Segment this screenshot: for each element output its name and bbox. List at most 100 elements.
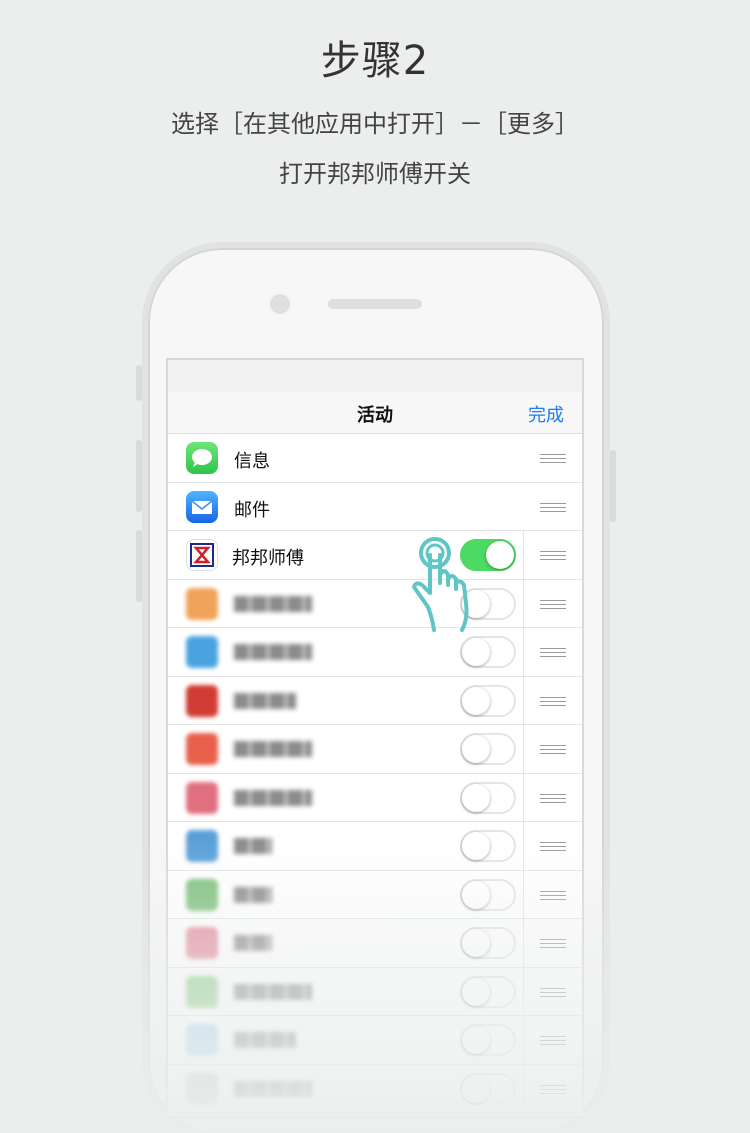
messages-icon: [186, 442, 218, 474]
toggle-knob: [462, 929, 490, 957]
divider: [523, 822, 524, 870]
instruction-line-2: 打开邦邦师傅开关: [279, 160, 471, 188]
app-icon: [186, 830, 218, 862]
app-toggle[interactable]: [460, 975, 516, 1008]
app-icon: [186, 781, 218, 814]
phone-screen: 活动 完成 信息 邮件 邦邦师傅: [166, 358, 584, 1118]
done-button[interactable]: 完成: [528, 401, 564, 427]
nav-title: 活动: [357, 405, 393, 426]
bangbang-logo-icon: [186, 539, 218, 571]
app-icon: [186, 1024, 218, 1056]
blurred-label: [234, 789, 312, 806]
volume-up-button: [136, 440, 142, 512]
reorder-handle-icon[interactable]: [540, 696, 566, 707]
app-toggle[interactable]: [460, 781, 516, 814]
activity-list: 信息 邮件 邦邦师傅: [168, 434, 582, 1113]
list-item: [168, 725, 582, 774]
app-toggle[interactable]: [460, 927, 516, 959]
app-icon: [186, 878, 218, 911]
status-bar: [168, 360, 582, 392]
reorder-handle-icon[interactable]: [540, 745, 566, 755]
pointer-hand-icon: [412, 537, 469, 632]
blurred-label: [234, 595, 312, 612]
divider: [523, 725, 524, 773]
reorder-handle-icon[interactable]: [540, 551, 566, 561]
toggle-knob: [462, 783, 490, 812]
app-icon: [186, 587, 218, 620]
list-item: [168, 773, 582, 822]
divider: [523, 919, 524, 967]
toggle-knob: [462, 735, 490, 763]
divider: [523, 773, 524, 821]
toggle-knob: [462, 977, 490, 1006]
list-item: 邮件: [168, 483, 582, 531]
toggle-knob: [462, 1074, 490, 1103]
reorder-handle-icon[interactable]: [540, 648, 566, 658]
app-icon: [186, 733, 218, 765]
app-icon: [186, 636, 218, 668]
app-label: 信息: [234, 451, 270, 472]
reorder-handle-icon[interactable]: [540, 793, 566, 804]
reorder-handle-icon[interactable]: [540, 842, 566, 852]
blurred-label: [234, 838, 272, 854]
app-icon: [186, 975, 218, 1008]
nav-bar: 活动 完成: [168, 392, 582, 434]
list-item: [168, 870, 582, 919]
app-toggle[interactable]: [460, 878, 516, 911]
instruction-line-1: 选择［在其他应用中打开］－［更多］: [171, 110, 579, 138]
app-toggle[interactable]: [460, 1072, 516, 1105]
reorder-handle-icon[interactable]: [540, 939, 566, 949]
list-item: [168, 1016, 582, 1065]
list-item: [168, 628, 582, 677]
list-item: [168, 967, 582, 1016]
divider: [523, 579, 524, 627]
divider: [523, 628, 524, 676]
app-label: 邮件: [234, 499, 270, 521]
app-toggle[interactable]: [460, 830, 516, 862]
divider: [523, 531, 524, 579]
divider: [523, 676, 524, 724]
mute-switch: [136, 365, 142, 401]
front-camera: [270, 294, 290, 314]
toggle-knob: [462, 1026, 490, 1054]
reorder-handle-icon[interactable]: [540, 502, 566, 513]
app-toggle[interactable]: [460, 1024, 516, 1056]
toggle-knob: [486, 541, 514, 569]
speaker-grille: [328, 299, 422, 309]
divider: [523, 1016, 524, 1064]
reorder-handle-icon[interactable]: [540, 1036, 566, 1046]
app-toggle[interactable]: [460, 733, 516, 765]
toggle-knob: [462, 686, 490, 715]
blurred-label: [234, 935, 272, 951]
toggle-knob: [462, 880, 490, 909]
app-icon: [186, 684, 218, 717]
list-item: [168, 1064, 582, 1113]
volume-down-button: [136, 530, 142, 602]
reorder-handle-icon[interactable]: [540, 599, 566, 610]
reorder-handle-icon[interactable]: [540, 1084, 566, 1095]
list-item: [168, 919, 582, 968]
list-item: 信息: [168, 434, 582, 483]
blurred-label: [234, 741, 312, 757]
mail-icon: [186, 490, 218, 523]
blurred-label: [234, 983, 312, 1000]
toggle-knob: [462, 638, 490, 666]
app-label: 邦邦师傅: [232, 548, 304, 569]
divider: [523, 967, 524, 1015]
toggle-knob: [462, 832, 490, 860]
divider: [523, 870, 524, 918]
reorder-handle-icon[interactable]: [540, 890, 566, 901]
blurred-label: [234, 1080, 312, 1097]
app-toggle[interactable]: [460, 684, 516, 717]
list-item: 邦邦师傅: [168, 531, 582, 580]
app-toggle[interactable]: [460, 636, 516, 668]
reorder-handle-icon[interactable]: [540, 454, 566, 464]
divider: [523, 1064, 524, 1112]
reorder-handle-icon[interactable]: [540, 987, 566, 998]
blurred-label: [234, 692, 296, 709]
list-item: [168, 579, 582, 628]
blurred-label: [234, 644, 312, 660]
power-button: [610, 450, 616, 522]
app-icon: [186, 927, 218, 959]
blurred-label: [234, 886, 272, 903]
